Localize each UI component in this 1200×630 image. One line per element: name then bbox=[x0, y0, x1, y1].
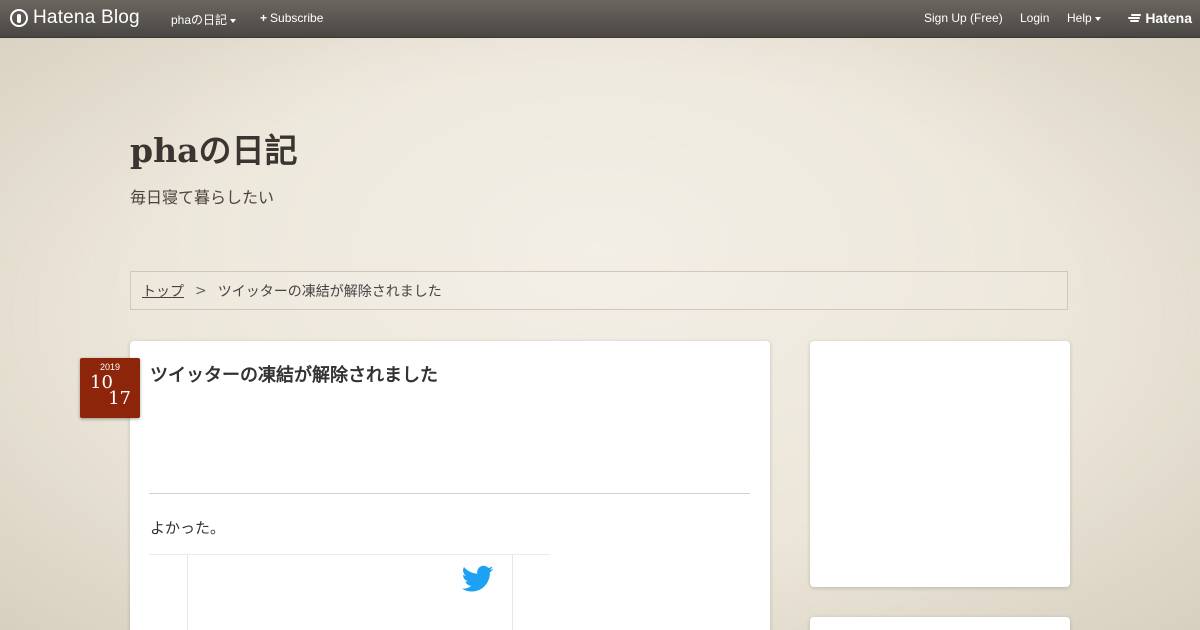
tweet-embed[interactable] bbox=[149, 554, 550, 630]
help-label: Help bbox=[1067, 11, 1092, 25]
blog-title[interactable]: phaの日記 bbox=[130, 124, 297, 172]
plus-icon: + bbox=[260, 11, 268, 25]
signup-label: Sign Up (Free) bbox=[924, 11, 1003, 25]
blog-menu-dropdown[interactable]: phaの日記 bbox=[171, 11, 237, 28]
tweet-card[interactable] bbox=[187, 555, 513, 630]
global-header: Hatena Blog phaの日記 + Subscribe Sign Up (F… bbox=[0, 0, 1200, 38]
login-label: Login bbox=[1020, 11, 1050, 25]
logo-text: Hatena Blog bbox=[33, 7, 140, 28]
brand-label: Hatena bbox=[1145, 10, 1192, 26]
chevron-down-icon bbox=[1094, 16, 1101, 21]
hatena-blog-logo-icon bbox=[10, 9, 28, 27]
blog-description: 毎日寝て暮らしたい bbox=[130, 188, 275, 207]
entry-body-text: よかった。 bbox=[150, 519, 226, 537]
signup-link[interactable]: Sign Up (Free) bbox=[924, 11, 1003, 25]
chevron-down-icon bbox=[230, 18, 237, 23]
hatena-wing-icon bbox=[1127, 13, 1142, 23]
breadcrumb-separator: > bbox=[195, 282, 207, 299]
help-dropdown[interactable]: Help bbox=[1067, 11, 1101, 25]
entry-date-year: 2019 bbox=[99, 362, 121, 372]
hatena-blog-logo[interactable]: Hatena Blog bbox=[10, 7, 140, 29]
entry-divider bbox=[149, 493, 750, 494]
entry-date-day: 17 bbox=[108, 388, 131, 409]
subscribe-label: Subscribe bbox=[270, 11, 324, 25]
breadcrumb-home-link[interactable]: トップ bbox=[142, 281, 184, 301]
hatena-brand-link[interactable]: Hatena bbox=[1127, 10, 1192, 26]
breadcrumb-current: ツイッターの凍結が解除されました bbox=[217, 283, 442, 300]
entry-date-badge[interactable]: 2019 10 17 bbox=[80, 358, 140, 418]
entry-article: ツイッターの凍結が解除されました よかった。 bbox=[130, 341, 770, 630]
blog-menu-label: phaの日記 bbox=[171, 13, 228, 27]
twitter-bird-icon bbox=[462, 565, 494, 592]
entry-title[interactable]: ツイッターの凍結が解除されました bbox=[150, 361, 438, 387]
subscribe-button[interactable]: + Subscribe bbox=[260, 11, 323, 25]
sidebar-module bbox=[810, 341, 1070, 587]
sidebar-module-2 bbox=[810, 617, 1070, 630]
login-link[interactable]: Login bbox=[1020, 11, 1049, 25]
breadcrumb: トップ > ツイッターの凍結が解除されました bbox=[130, 271, 1068, 310]
